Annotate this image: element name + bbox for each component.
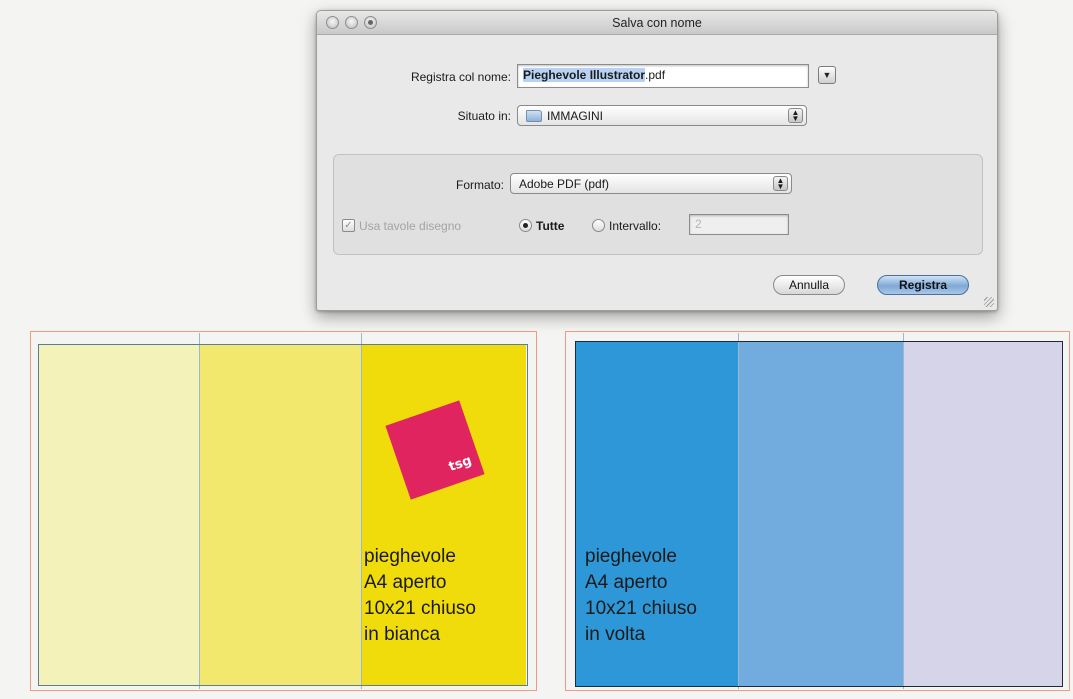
format-popup[interactable]: Adobe PDF (pdf) ▲ ▼ (510, 173, 792, 194)
front-caption: pieghevole A4 aperto 10x21 chiuso in bia… (364, 546, 476, 645)
panel-1 (38, 344, 199, 686)
artboard-front: tsg pieghevole A4 aperto 10x21 chiuso in… (30, 331, 537, 691)
range-input[interactable]: 2 (689, 214, 789, 235)
format-options-group: Formato: Adobe PDF (pdf) ▲ ▼ ✓ Usa tavole… (333, 154, 983, 255)
chevron-down-icon: ▼ (822, 70, 832, 80)
use-artboards-checkbox[interactable]: ✓ (342, 219, 355, 232)
range-label: Intervallo: (609, 219, 662, 233)
logo-text: tsg (446, 453, 474, 475)
fold-guide (903, 333, 904, 689)
use-artboards-label: Usa tavole disegno (359, 219, 462, 233)
location-value: IMMAGINI (547, 109, 603, 123)
format-value: Adobe PDF (pdf) (519, 177, 610, 191)
resize-grip-icon[interactable] (984, 297, 994, 307)
file-name-selected-text: Pieghevole Illustrator (523, 68, 646, 82)
save-as-dialog: Salva con nome Registra col nome: Pieghe… (316, 10, 998, 311)
window-title: Salva con nome (612, 16, 702, 30)
all-artboards-label: Tutte (536, 219, 565, 233)
save-button[interactable]: Registra (877, 275, 969, 295)
file-name-extension: .pdf (645, 68, 666, 82)
artboard-back: pieghevole A4 aperto 10x21 chiuso in vol… (565, 331, 1070, 691)
format-label: Formato: (455, 178, 504, 192)
fold-guide (361, 333, 362, 689)
title-bar[interactable]: Salva con nome (317, 11, 997, 35)
folder-icon (526, 110, 542, 122)
fold-guide (199, 333, 200, 689)
up-down-arrows-icon: ▲ ▼ (773, 176, 788, 191)
file-name-input[interactable]: Pieghevole Illustrator.pdf (517, 64, 809, 88)
panel-3 (903, 341, 1063, 687)
location-popup[interactable]: IMMAGINI ▲ ▼ (517, 105, 807, 126)
fold-guide (738, 333, 739, 689)
all-artboards-radio[interactable] (519, 219, 532, 232)
save-as-label: Registra col nome: (410, 70, 511, 84)
where-label: Situato in: (457, 109, 511, 123)
up-down-arrows-icon: ▲ ▼ (788, 108, 803, 123)
panel-2 (199, 344, 361, 686)
panel-2 (738, 341, 903, 687)
range-radio[interactable] (592, 219, 605, 232)
cancel-button[interactable]: Annulla (773, 275, 845, 295)
expand-dialog-button[interactable]: ▼ (818, 66, 836, 84)
back-caption: pieghevole A4 aperto 10x21 chiuso in vol… (585, 546, 697, 645)
